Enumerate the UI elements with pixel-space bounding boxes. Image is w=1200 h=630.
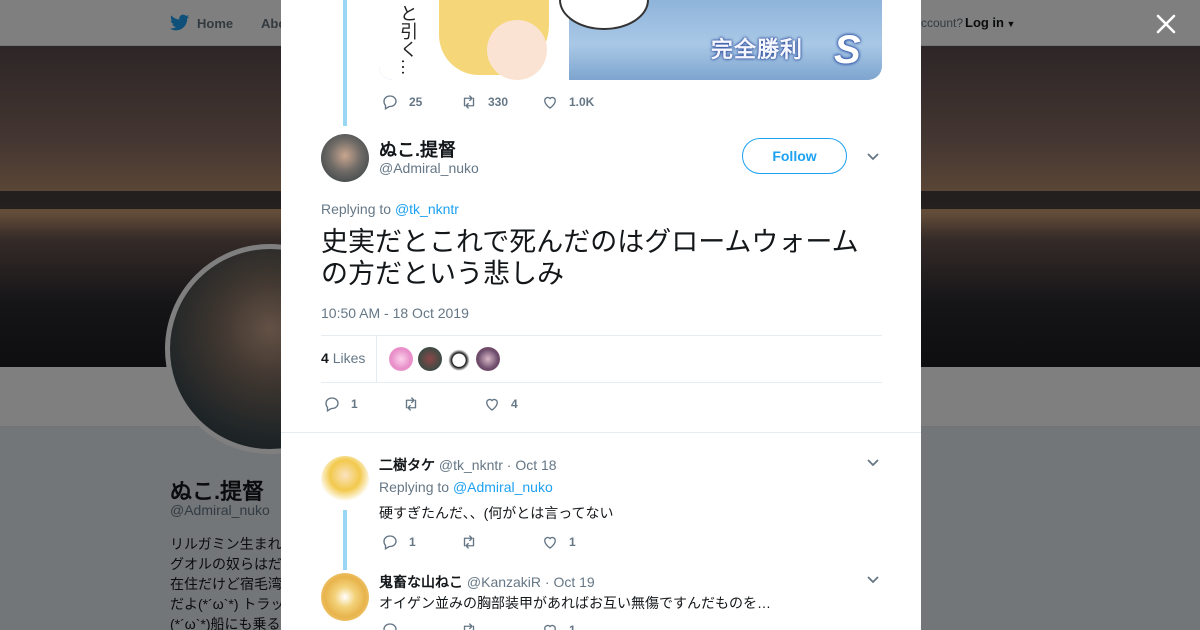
reply-icon <box>383 95 397 110</box>
thread-line <box>343 510 347 570</box>
reply-header: 二樹タケ @tk_nkntr · Oct 18 <box>379 455 557 475</box>
chevron-down-icon[interactable] <box>866 575 880 585</box>
author-name[interactable]: ぬこ.提督 <box>379 136 456 162</box>
replying-prefix: Replying to <box>379 479 450 495</box>
reply-icon <box>325 397 339 412</box>
replying-to: Replying to @tk_nkntr <box>321 201 459 217</box>
reply-count: 25 <box>409 95 423 109</box>
tweet-media-image[interactable]: と引く… 完全勝利 S <box>379 0 882 80</box>
reply-author-handle[interactable]: @KanzakiR <box>467 574 541 590</box>
tweet-text: 史実だとこれで死んだのはグロームウォームの方だという悲しみ <box>321 227 859 289</box>
likes-stat-count: 4 <box>321 350 329 366</box>
reply-date[interactable]: · Oct 18 <box>507 457 557 473</box>
reply-icon <box>383 535 397 550</box>
reply-button[interactable]: 1 <box>323 395 358 413</box>
heart-icon <box>544 624 556 630</box>
heart-icon <box>544 96 556 109</box>
like-count: 4 <box>511 397 518 411</box>
like-button[interactable]: 1 <box>541 621 576 630</box>
author-avatar[interactable] <box>321 134 369 182</box>
divider <box>321 382 882 383</box>
divider <box>321 335 882 336</box>
divider <box>281 432 921 433</box>
reply-header: 鬼畜な山ねこ @KanzakiR · Oct 19 <box>379 572 595 592</box>
reply-date[interactable]: · Oct 19 <box>545 574 595 590</box>
retweet-icon <box>463 95 475 109</box>
like-count: 1 <box>569 623 576 630</box>
retweet-icon <box>463 535 475 549</box>
like-button[interactable]: 1.0K <box>541 93 594 111</box>
likes-stat[interactable]: 4 Likes <box>321 350 365 366</box>
reply-author-handle[interactable]: @tk_nkntr <box>439 457 503 473</box>
reply-avatar[interactable] <box>321 573 369 621</box>
retweet-count: 330 <box>488 95 509 109</box>
like-button[interactable]: 4 <box>483 395 518 413</box>
retweet-button[interactable] <box>460 621 478 630</box>
retweet-icon <box>405 397 417 411</box>
reply-button[interactable]: 1 <box>381 533 416 551</box>
liker-avatar[interactable] <box>476 347 500 371</box>
tweet-timestamp[interactable]: 10:50 AM - 18 Oct 2019 <box>321 305 469 321</box>
reply-icon <box>383 623 397 630</box>
replying-prefix: Replying to <box>321 201 392 217</box>
reply-replying-to: Replying to @Admiral_nuko <box>379 479 553 495</box>
reply-avatar[interactable] <box>321 456 369 504</box>
thread-line <box>343 0 347 126</box>
retweet-button[interactable] <box>402 395 430 413</box>
heart-icon <box>486 398 498 411</box>
media-victory-text: 完全勝利 <box>711 37 804 62</box>
divider <box>376 336 377 382</box>
liker-avatar[interactable] <box>418 347 442 371</box>
media-speech-bubble <box>559 0 649 30</box>
chevron-down-icon[interactable] <box>866 458 880 468</box>
media-character-face <box>487 20 547 80</box>
reply-text: 硬すぎたんだ、、(何がとは言ってない <box>379 505 614 521</box>
reply-author-name[interactable]: 鬼畜な山ねこ <box>379 574 463 590</box>
likes-stat-label: Likes <box>332 350 366 366</box>
replying-to-link[interactable]: @Admiral_nuko <box>453 479 553 495</box>
liker-avatar[interactable] <box>447 347 471 371</box>
reply-button[interactable] <box>381 621 399 630</box>
replying-to-link[interactable]: @tk_nkntr <box>395 201 459 217</box>
author-handle[interactable]: @Admiral_nuko <box>379 160 479 176</box>
retweet-button[interactable]: 330 <box>460 93 508 111</box>
chevron-down-icon[interactable] <box>866 152 880 162</box>
reply-author-name[interactable]: 二樹タケ <box>379 457 435 473</box>
reply-text: オイゲン並みの胸部装甲があればお互い無傷ですんだものを… <box>379 595 771 611</box>
follow-button[interactable]: Follow <box>742 138 847 174</box>
media-rank-letter: S <box>834 28 861 72</box>
like-count: 1 <box>569 535 576 549</box>
liker-avatar[interactable] <box>389 347 413 371</box>
media-vertical-text: と引く… <box>398 4 418 76</box>
retweet-icon <box>463 623 475 630</box>
reply-button[interactable]: 25 <box>381 93 422 111</box>
like-button[interactable]: 1 <box>541 533 576 551</box>
reply-count: 1 <box>409 535 416 549</box>
close-icon[interactable] <box>1155 13 1177 35</box>
like-count: 1.0K <box>569 95 595 109</box>
heart-icon <box>544 536 556 549</box>
tweet-permalink-modal: と引く… 完全勝利 S 25 330 1.0K ぬこ.提督 @Admiral_n… <box>281 0 921 630</box>
reply-count: 1 <box>351 397 358 411</box>
retweet-button[interactable] <box>460 533 488 551</box>
